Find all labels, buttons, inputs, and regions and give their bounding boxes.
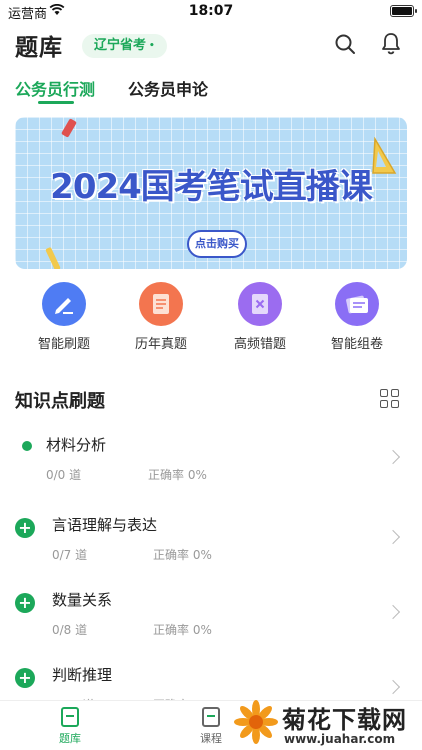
paper-stack-icon <box>335 282 379 326</box>
knowledge-point-name: 材料分析 <box>46 436 107 454</box>
accuracy-rate: 正确率 0% <box>148 468 207 482</box>
page-title: 题库 <box>15 35 63 61</box>
chrysanthemum-logo <box>234 700 278 744</box>
expand-plus-icon[interactable]: + <box>15 668 35 688</box>
battery-icon <box>390 5 417 17</box>
question-count: 0/8 道 <box>52 623 88 637</box>
status-bar: 运营商 18:07 <box>0 0 422 24</box>
tab-question-bank[interactable]: 题库 <box>40 707 100 746</box>
feature-label: 高频错题 <box>233 337 286 352</box>
course-icon <box>202 707 220 727</box>
knowledge-point-name: 言语理解与表达 <box>52 516 158 534</box>
error-book-icon <box>238 282 282 326</box>
question-count: 0/0 道 <box>46 468 82 482</box>
site-watermark: 菊花下载网 www.juahar.com <box>232 698 422 750</box>
tab-xingce[interactable]: 公务员行测 <box>15 76 95 100</box>
banner-title: 2024国考笔试直播课 <box>50 167 373 207</box>
question-count: 0/7 道 <box>52 548 88 562</box>
chevron-down-icon: • <box>149 41 155 51</box>
knowledge-point-name: 数量关系 <box>52 591 113 609</box>
region-selector[interactable]: 辽宁省考 • <box>82 34 167 58</box>
pencil-icon <box>42 282 86 326</box>
feature-grid: 智能刷题 历年真题 高频错题 智能组卷 <box>0 282 422 356</box>
pencil-decoration <box>61 118 77 138</box>
expand-plus-icon[interactable]: + <box>15 593 35 613</box>
feature-frequent-errors[interactable]: 高频错题 <box>220 282 300 352</box>
list-item[interactable]: + 数量关系 0/8 道 正确率 0% <box>0 587 422 661</box>
feature-label: 历年真题 <box>134 337 187 352</box>
watermark-url: www.juahar.com <box>284 732 396 746</box>
region-label: 辽宁省考 <box>94 38 147 53</box>
accuracy-rate: 正确率 0% <box>153 548 212 562</box>
list-item[interactable]: 材料分析 0/0 道 正确率 0% <box>0 432 422 506</box>
feature-label: 智能刷题 <box>37 337 90 352</box>
feature-past-papers[interactable]: 历年真题 <box>121 282 201 352</box>
app-header: 题库 辽宁省考 • <box>0 26 422 64</box>
book-icon <box>61 707 79 727</box>
grid-view-icon[interactable] <box>380 389 400 409</box>
buy-button[interactable]: 点击购买 <box>187 230 247 258</box>
scroll-icon <box>139 282 183 326</box>
active-tab-indicator <box>38 101 74 104</box>
subject-tabs: 公务员行测 公务员申论 <box>0 74 422 108</box>
watermark-title: 菊花下载网 <box>282 706 407 734</box>
status-dot <box>22 441 32 451</box>
tab-label: 题库 <box>59 732 81 745</box>
accuracy-rate: 正确率 0% <box>153 623 212 637</box>
expand-plus-icon[interactable]: + <box>15 518 35 538</box>
list-item[interactable]: + 言语理解与表达 0/7 道 正确率 0% <box>0 512 422 586</box>
tab-shenlun[interactable]: 公务员申论 <box>128 76 208 100</box>
promo-banner[interactable]: 2024国考笔试直播课 点击购买 <box>15 117 407 269</box>
feature-smart-paper[interactable]: 智能组卷 <box>317 282 397 352</box>
chevron-right-icon <box>385 679 401 695</box>
chevron-right-icon <box>385 529 401 545</box>
clock: 18:07 <box>188 3 234 19</box>
section-title: 知识点刷题 <box>15 391 105 412</box>
bell-icon[interactable] <box>380 31 402 55</box>
feature-smart-practice[interactable]: 智能刷题 <box>24 282 104 352</box>
feature-label: 智能组卷 <box>330 337 383 352</box>
pen-decoration <box>45 246 61 269</box>
chevron-right-icon <box>385 449 401 465</box>
knowledge-point-name: 判断推理 <box>52 666 113 684</box>
search-icon[interactable] <box>334 33 356 55</box>
chevron-right-icon <box>385 604 401 620</box>
